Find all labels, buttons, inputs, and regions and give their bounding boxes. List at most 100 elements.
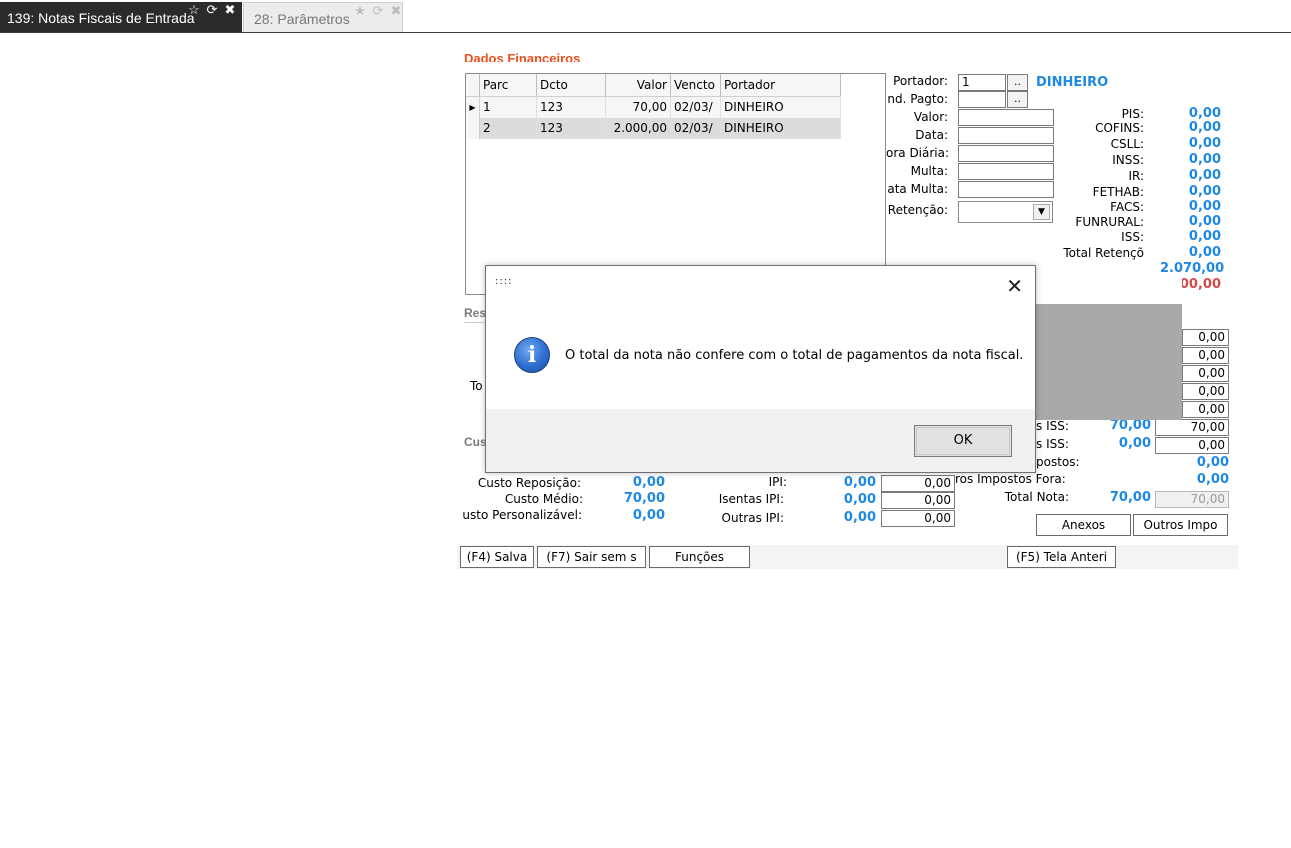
ipi-value: 0,00 (843, 475, 876, 490)
portador-input[interactable]: 1 (958, 74, 1006, 91)
outras-ipi-input[interactable]: 0,00 (881, 510, 955, 527)
col-header-portador[interactable]: Portador (721, 74, 841, 96)
custo-reposicao-label: Custo Reposição: (477, 476, 581, 490)
portador-name: DINHEIRO (1036, 75, 1109, 90)
anexos-button[interactable]: Anexos (1036, 514, 1131, 536)
table-row[interactable]: 2 123 2.000,00 02/03/ DINHEIRO (466, 118, 841, 139)
custo-personalizavel-value: 0,00 (632, 508, 665, 523)
outros-impostos-fora-value: 0,00 (1196, 472, 1229, 487)
tela-anterior-button[interactable]: (F5) Tela Anteri (1007, 546, 1116, 568)
custo-medio-value: 70,00 (623, 491, 665, 506)
refresh-icon[interactable]: ⟳ (369, 3, 387, 19)
section-title-resumo: Res (464, 306, 487, 320)
retencao-select[interactable]: ▼ (958, 201, 1053, 223)
cell-vencto: 02/03/ (671, 97, 721, 118)
message-dialog: :::: ✕ i O total da nota não confere com… (485, 265, 1036, 473)
retencao-label: Retenção: (887, 203, 948, 217)
dialog-title: :::: (495, 276, 513, 287)
funcoes-button[interactable]: Funções (649, 546, 750, 568)
col-header-vencto[interactable]: Vencto (671, 74, 721, 96)
pis-label: PIS: (1121, 107, 1144, 121)
isentas-iss-value: 0,00 (1118, 436, 1151, 451)
tab-parametros[interactable]: 28: Parâmetros ★ ⟳ ✖ (243, 2, 403, 32)
ipi-input[interactable]: 0,00 (881, 475, 955, 492)
cell-valor: 70,00 (606, 97, 671, 118)
dialog-footer: OK (486, 409, 1035, 472)
resumo-input-2[interactable]: 0,00 (1182, 347, 1229, 364)
funrural-value: 0,00 (1188, 214, 1221, 229)
facs-value: 0,00 (1188, 199, 1221, 214)
isentas-ipi-input[interactable]: 0,00 (881, 492, 955, 509)
cond-pagto-lookup-button[interactable]: .. (1007, 91, 1028, 108)
fethab-label: FETHAB: (1092, 185, 1144, 199)
total-nota-input: 70,00 (1155, 491, 1229, 508)
grid-header: Parc Dcto Valor Vencto Portador (466, 74, 841, 97)
isentas-iss-label: s ISS: (1036, 437, 1069, 451)
impostos-label: postos: (1036, 455, 1080, 469)
ir-value: 0,00 (1188, 168, 1221, 183)
tab-notas-fiscais-entrada[interactable]: 139: Notas Fiscais de Entrada ☆ ⟳ ✖ (0, 2, 242, 32)
section-title-custos: Cus (464, 435, 487, 449)
row-indicator-icon: ▶ (466, 97, 480, 118)
cell-valor: 2.000,00 (606, 118, 671, 139)
close-icon[interactable]: ✖ (221, 2, 239, 18)
section-title-dados-financeiros: Dados Financeiros (464, 51, 581, 62)
ok-button[interactable]: OK (914, 425, 1012, 457)
csll-value: 0,00 (1188, 136, 1221, 151)
background-popup-panel (1036, 278, 1182, 420)
multa-label: Multa: (910, 164, 948, 178)
outros-impostos-fora-label: ros Impostos Fora: (955, 472, 1066, 486)
grid-corner (466, 74, 480, 96)
cond-pagto-label: nd. Pagto: (887, 92, 948, 106)
iss-label: ISS: (1121, 230, 1144, 244)
impostos-value: 0,00 (1196, 455, 1229, 470)
portador-lookup-button[interactable]: .. (1007, 74, 1028, 91)
inss-value: 0,00 (1188, 152, 1221, 167)
total-nota-label: Total Nota: (1004, 490, 1069, 504)
salva-button[interactable]: (F4) Salva (460, 546, 534, 568)
cell-portador: DINHEIRO (721, 97, 841, 118)
custo-medio-label: Custo Médio: (504, 492, 583, 506)
dialog-message: O total da nota não confere com o total … (565, 348, 1024, 363)
total-retencoes-label: Total Retençõ (1063, 246, 1144, 260)
isentas-iss-input[interactable]: 0,00 (1155, 437, 1229, 454)
cond-pagto-input[interactable] (958, 91, 1006, 108)
total-retencoes-value: 0,00 (1188, 245, 1221, 260)
col-header-parc[interactable]: Parc (480, 74, 537, 96)
pis-value: 0,00 (1188, 106, 1221, 121)
table-row[interactable]: ▶ 1 123 70,00 02/03/ DINHEIRO (466, 97, 841, 118)
star-icon[interactable]: ★ (351, 3, 369, 19)
close-icon[interactable]: ✕ (1006, 274, 1023, 298)
sair-sem-salvar-button[interactable]: (F7) Sair sem s (537, 546, 646, 568)
resumo-input-3[interactable]: 0,00 (1182, 365, 1229, 382)
isentas-ipi-value: 0,00 (843, 492, 876, 507)
outras-ipi-value: 0,00 (843, 510, 876, 525)
resumo-input-4[interactable]: 0,00 (1182, 383, 1229, 400)
cell-dcto: 123 (537, 118, 606, 139)
total-nota-value: 70,00 (1109, 490, 1151, 505)
resumo-input-1[interactable]: 0,00 (1182, 329, 1229, 346)
parcelas-grid[interactable]: Parc Dcto Valor Vencto Portador ▶ 1 123 … (465, 73, 886, 295)
tab-label: 28: Parâmetros (254, 11, 350, 27)
data-label: Data: (915, 128, 948, 142)
fethab-value: 0,00 (1188, 184, 1221, 199)
base-iss-label: s ISS: (1036, 419, 1069, 433)
resumo-input-5[interactable]: 0,00 (1182, 401, 1229, 418)
refresh-icon[interactable]: ⟳ (203, 2, 221, 18)
portador-label: Portador: (893, 74, 948, 88)
outras-ipi-label: Outras IPI: (721, 511, 784, 525)
star-outline-icon[interactable]: ☆ (185, 2, 203, 18)
cell-portador: DINHEIRO (721, 118, 841, 139)
outros-impostos-button[interactable]: Outros Impo (1133, 514, 1228, 536)
inss-label: INSS: (1112, 153, 1144, 167)
col-header-valor[interactable]: Valor (606, 74, 671, 96)
close-icon[interactable]: ✖ (387, 3, 405, 19)
base-iss-input[interactable]: 70,00 (1155, 419, 1229, 436)
tab-label: 139: Notas Fiscais de Entrada (7, 10, 195, 26)
col-header-dcto[interactable]: Dcto (537, 74, 606, 96)
ipi-label: IPI: (768, 475, 787, 489)
tab-bar: 139: Notas Fiscais de Entrada ☆ ⟳ ✖ 28: Pa… (0, 0, 1291, 33)
cell-dcto: 123 (537, 97, 606, 118)
facs-label: FACS: (1110, 200, 1144, 214)
cell-parc: 1 (480, 97, 537, 118)
